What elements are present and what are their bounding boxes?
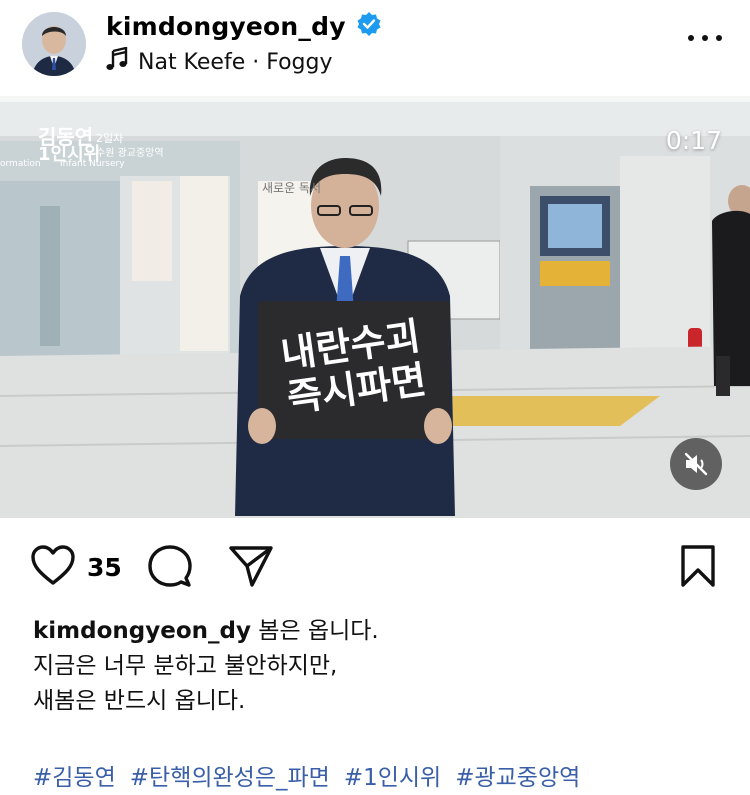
hashtag-link[interactable]: #탄핵의완성은_파면: [130, 758, 330, 792]
caption-username[interactable]: kimdongyeon_dy: [33, 618, 251, 644]
comment-icon[interactable]: [148, 544, 192, 592]
music-note-icon: [106, 46, 128, 77]
caption-line-3: 새봄은 반드시 옵니다.: [33, 688, 246, 714]
caption-line-1-row: kimdongyeon_dy 봄은 옵니다.: [33, 614, 723, 649]
scene-info-text: ormation: [0, 159, 41, 169]
scene-office-sign: 새로운 독서: [262, 181, 321, 195]
logo-tag: 2일차: [96, 131, 123, 145]
post-header: kimdongyeon_dy Nat Keefe · Foggy: [0, 0, 750, 96]
post-video[interactable]: 내란수괴 즉시파면 김동연 1인시위 2일차 수원 광교중앙역 ormation…: [0, 96, 750, 518]
verified-badge-icon: [356, 11, 382, 41]
share-icon[interactable]: [228, 544, 274, 592]
video-frame: 내란수괴 즉시파면 김동연 1인시위 2일차 수원 광교중앙역 ormation…: [0, 96, 750, 518]
video-timer: 0:17: [665, 126, 722, 155]
more-dot: [688, 35, 694, 41]
username-row: kimdongyeon_dy: [106, 11, 382, 41]
more-dot: [716, 35, 722, 41]
avatar[interactable]: [22, 12, 86, 76]
caption-line-2: 지금은 너무 분하고 불안하지만,: [33, 653, 338, 679]
hashtag-link[interactable]: #김동연: [33, 758, 116, 792]
hashtag-list: #김동연 #탄핵의완성은_파면 #1인시위 #광교중앙역: [33, 758, 580, 792]
more-dot: [702, 35, 708, 41]
music-track: Nat Keefe · Foggy: [138, 49, 333, 75]
more-options-icon[interactable]: [688, 28, 722, 48]
music-row[interactable]: Nat Keefe · Foggy: [106, 46, 333, 77]
bookmark-icon[interactable]: [680, 544, 716, 592]
logo-location: 수원 광교중앙역: [96, 147, 164, 159]
hashtag-link[interactable]: #광교중앙역: [455, 758, 580, 792]
like-count[interactable]: 35: [87, 553, 122, 582]
scene-infant-text: Infant Nursery: [60, 159, 125, 169]
heart-icon[interactable]: [30, 544, 76, 590]
caption-line-1: 봄은 옵니다.: [258, 618, 379, 644]
username[interactable]: kimdongyeon_dy: [106, 12, 346, 41]
action-bar: 35: [0, 540, 750, 596]
hashtag-link[interactable]: #1인시위: [344, 758, 441, 792]
speaker-muted-icon[interactable]: [670, 438, 722, 490]
post-caption: kimdongyeon_dy 봄은 옵니다. 지금은 너무 분하고 불안하지만,…: [33, 614, 723, 719]
